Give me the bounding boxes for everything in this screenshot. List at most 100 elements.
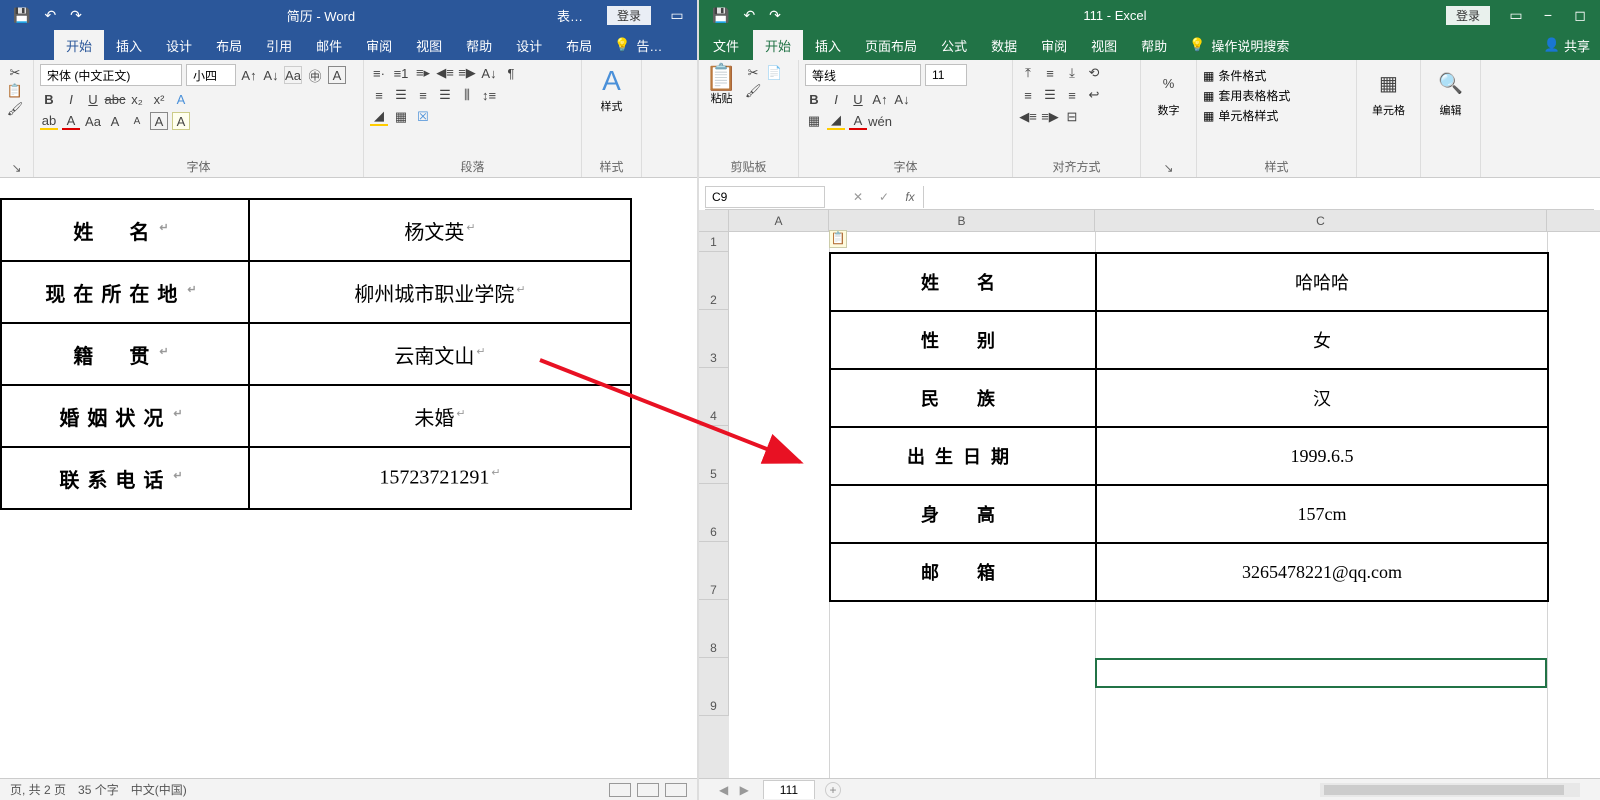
cancel-icon[interactable]: ✕ [845,190,871,204]
shrink-font-icon[interactable]: A↓ [893,90,911,108]
col-C[interactable]: C [1095,210,1547,231]
shrink-font-icon[interactable]: A↓ [262,66,280,84]
table-row-label[interactable]: 姓 名 [830,253,1096,311]
row-2[interactable]: 2 [699,252,729,310]
cut-icon[interactable]: ✂ [744,64,762,82]
italic-icon[interactable]: I [827,90,845,108]
name-box[interactable]: C9 [705,186,825,208]
align-center-icon[interactable]: ☰ [1041,86,1059,104]
redo-icon[interactable]: ↷ [769,7,781,24]
copy-icon[interactable]: 📋 [6,82,24,100]
col-A[interactable]: A [729,210,829,231]
active-cell[interactable] [1095,658,1547,688]
strike-icon[interactable]: abc [106,90,124,108]
align-right-icon[interactable]: ≡ [1063,86,1081,104]
underline-icon[interactable]: U [849,90,867,108]
enclose-icon[interactable]: A [328,66,346,84]
redo-icon[interactable]: ↷ [70,7,82,24]
table-row-value[interactable]: 云南文山↵ [249,323,631,385]
underline-icon[interactable]: U [84,90,102,108]
table-row-value[interactable]: 1999.6.5 [1096,427,1548,485]
copy-icon[interactable]: 📄 [765,64,783,82]
tab-home[interactable]: 开始 [753,30,803,60]
table-row-label[interactable]: 身 高 [830,485,1096,543]
font-name-combo[interactable]: 宋体 (中文正文) [40,64,182,86]
tab-tbl-design[interactable]: 设计 [504,30,554,60]
tab-insert[interactable]: 插入 [104,30,154,60]
shading-icon[interactable]: ◢ [370,108,388,126]
table-row-label[interactable]: 邮 箱 [830,543,1096,601]
table-row-label[interactable]: 性 别 [830,311,1096,369]
tab-help[interactable]: 帮助 [454,30,504,60]
superscript-icon[interactable]: x² [150,90,168,108]
tab-design[interactable]: 设计 [154,30,204,60]
undo-icon[interactable]: ↶ [44,7,56,24]
sheet-nav-icons[interactable]: ◀ ▶ [719,783,753,797]
cut-icon[interactable]: ✂ [6,64,24,82]
subscript-icon[interactable]: x₂ [128,90,146,108]
font-size-combo[interactable]: 11 [925,64,967,86]
fill-color-icon[interactable]: ◢ [827,112,845,130]
view-web-icon[interactable] [665,783,687,797]
italic-icon[interactable]: I [62,90,80,108]
row-1[interactable]: 1 [699,232,729,252]
table-row-label[interactable]: 姓 名↵ [1,199,249,261]
shrink-icon[interactable]: A [128,112,146,130]
table-row-value[interactable]: 女 [1096,311,1548,369]
tab-view[interactable]: 视图 [1079,30,1129,60]
search-icon[interactable]: 🔍 [1442,74,1460,92]
table-row-label[interactable]: 民 族 [830,369,1096,427]
orient-icon[interactable]: ⟲ [1085,64,1103,82]
table-row-value[interactable]: 157cm [1096,485,1548,543]
distribute-icon[interactable]: ⫼ [458,86,476,104]
tab-layout[interactable]: 页面布局 [853,30,929,60]
highlight-icon[interactable]: ab [40,112,58,130]
grow-icon[interactable]: A [106,112,124,130]
row-6[interactable]: 6 [699,484,729,542]
table-row-value[interactable]: 15723721291↵ [249,447,631,509]
show-marks-icon[interactable]: ¶ [502,64,520,82]
table-row-label[interactable]: 联系电话↵ [1,447,249,509]
login-button[interactable]: 登录 [607,6,651,25]
format-painter-icon[interactable]: 🖌 [6,100,24,118]
char-border-icon[interactable]: A [150,112,168,130]
cells-icon[interactable]: ▦ [1380,74,1398,92]
h-scrollbar[interactable] [1320,783,1580,797]
tab-insert[interactable]: 插入 [803,30,853,60]
tab-layout[interactable]: 布局 [204,30,254,60]
wrap-icon[interactable]: ↩ [1085,86,1103,104]
tab-view[interactable]: 视图 [404,30,454,60]
table-row-value[interactable]: 3265478221@qq.com [1096,543,1548,601]
tab-home[interactable]: 开始 [54,30,104,60]
grow-font-icon[interactable]: A↑ [871,90,889,108]
table-row-label[interactable]: 籍 贯↵ [1,323,249,385]
view-print-icon[interactable] [637,783,659,797]
maximize-icon[interactable]: ◻ [1566,3,1594,27]
phonetic-icon[interactable]: wén [871,112,889,130]
change-case-icon[interactable]: Aa [84,112,102,130]
cell-grid[interactable]: 📋 姓 名哈哈哈性 别女民 族汉出生日期1999.6.5身 高157cm邮 箱3… [729,232,1600,778]
col-B[interactable]: B [829,210,1095,231]
clear-fmt-icon[interactable]: Aa [284,66,302,84]
login-button[interactable]: 登录 [1446,6,1490,25]
align-left-icon[interactable]: ≡ [1019,86,1037,104]
snap-icon[interactable]: ☒ [414,108,432,126]
char-shading-icon[interactable]: A [172,112,190,130]
tell-me[interactable]: 告… [636,36,662,55]
tab-tbl-layout[interactable]: 布局 [554,30,604,60]
font-size-combo[interactable]: 小四 [186,64,236,86]
tab-file[interactable]: 文件 [699,30,753,60]
fx-icon[interactable]: fx [897,190,923,204]
font-color-icon[interactable]: A [849,112,867,130]
sheet-tab[interactable]: 111 [763,780,815,799]
font-name-combo[interactable]: 等线 [805,64,921,86]
borders-icon[interactable]: ▦ [805,112,823,130]
word-document[interactable]: 姓 名↵杨文英↵现在所在地↵柳州城市职业学院↵籍 贯↵云南文山↵婚姻状况↵未婚↵… [0,178,697,778]
borders-icon[interactable]: ▦ [392,108,410,126]
dec-indent-icon[interactable]: ◀≡ [1019,108,1037,126]
tab-data[interactable]: 数据 [979,30,1029,60]
dec-indent-icon[interactable]: ◀≡ [436,64,454,82]
tab-review[interactable]: 审阅 [1029,30,1079,60]
align-center-icon[interactable]: ☰ [392,86,410,104]
bold-icon[interactable]: B [805,90,823,108]
